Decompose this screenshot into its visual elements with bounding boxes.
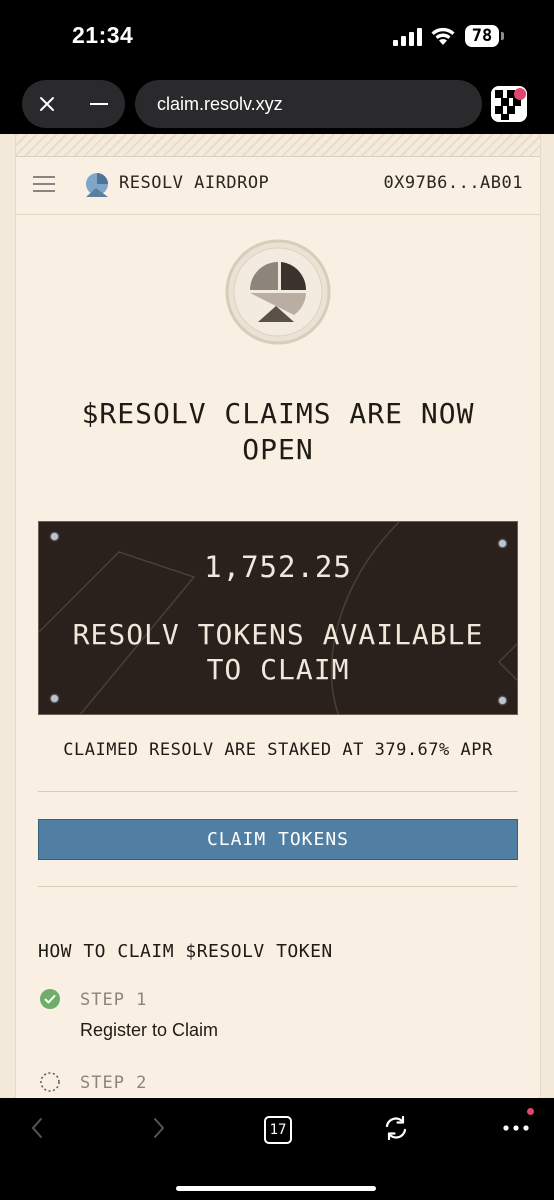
battery-level: 78 — [465, 25, 499, 47]
headline-line-1: $RESOLV CLAIMS ARE NOW — [81, 397, 475, 430]
wallet-address[interactable]: 0X97B6...AB01 — [383, 173, 523, 193]
token-label-line-1: RESOLV TOKENS AVAILABLE — [72, 618, 484, 651]
site-header: RESOLV AIRDROP 0X97B6...AB01 — [16, 156, 540, 215]
token-label-line-2: TO CLAIM — [206, 653, 350, 686]
page-frame: RESOLV AIRDROP 0X97B6...AB01 $RESOLV CLA… — [15, 134, 541, 1098]
token-balance-card: 1,752.25 RESOLV TOKENS AVAILABLE TO CLAI… — [38, 521, 518, 715]
browser-toolbar: 17 — [0, 1098, 554, 1200]
more-options-icon[interactable] — [502, 1124, 530, 1132]
home-indicator[interactable] — [176, 1186, 376, 1191]
extension-icon[interactable] — [491, 86, 527, 122]
pending-circle-icon — [40, 1072, 60, 1092]
step-1-label: STEP 1 — [80, 990, 148, 1010]
cellular-signal-icon — [393, 28, 422, 46]
token-amount: 1,752.25 — [204, 550, 352, 584]
how-to-claim-title: HOW TO CLAIM $RESOLV TOKEN — [38, 941, 333, 962]
page-title: $RESOLV CLAIMS ARE NOW OPEN — [16, 396, 540, 468]
minimize-icon[interactable] — [90, 103, 108, 105]
web-page: RESOLV AIRDROP 0X97B6...AB01 $RESOLV CLA… — [0, 134, 554, 1098]
close-icon[interactable] — [36, 93, 58, 115]
back-arrow-icon[interactable] — [30, 1116, 44, 1140]
refresh-icon[interactable] — [382, 1114, 410, 1142]
tab-controls — [22, 80, 125, 128]
hatch-border — [16, 134, 540, 157]
url-field[interactable]: claim.resolv.xyz — [135, 80, 482, 128]
status-bar: 21:34 78 — [0, 0, 554, 72]
divider — [38, 791, 518, 792]
token-label: RESOLV TOKENS AVAILABLE TO CLAIM — [39, 617, 517, 687]
staking-apr-text: CLAIMED RESOLV ARE STAKED AT 379.67% APR — [63, 740, 493, 760]
site-brand[interactable]: RESOLV AIRDROP — [119, 173, 269, 193]
divider — [38, 886, 518, 887]
notification-dot — [527, 1108, 534, 1115]
step-2-label: STEP 2 — [80, 1073, 148, 1093]
resolv-logo-icon — [225, 239, 331, 345]
battery-icon: 78 — [465, 25, 507, 49]
resolv-logo-icon[interactable] — [84, 172, 110, 198]
wifi-icon — [431, 27, 455, 45]
tabs-count-button[interactable]: 17 — [264, 1116, 292, 1144]
check-circle-icon — [40, 989, 60, 1009]
headline-line-2: OPEN — [242, 433, 314, 466]
hamburger-menu-icon[interactable] — [33, 176, 55, 192]
forward-arrow-icon[interactable] — [152, 1116, 166, 1140]
browser-address-bar: claim.resolv.xyz — [0, 72, 554, 134]
claim-tokens-button[interactable]: CLAIM TOKENS — [38, 819, 518, 860]
status-time: 21:34 — [72, 22, 134, 48]
step-1-description: Register to Claim — [80, 1020, 219, 1040]
